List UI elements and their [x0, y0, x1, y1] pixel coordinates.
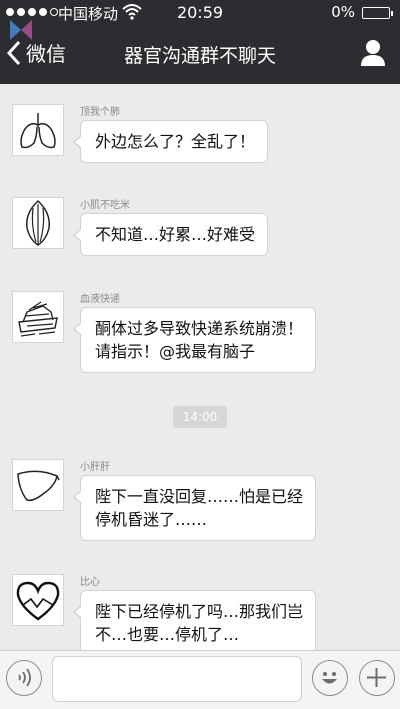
emoji-button[interactable]: [312, 660, 348, 696]
message-text: 不知道…好累…好难受: [95, 225, 256, 244]
message-text: 陛下已经停机了吗…那我们岂: [95, 602, 304, 621]
plus-icon: [367, 668, 386, 687]
watermark-logo-icon: [10, 20, 32, 40]
voice-button[interactable]: [6, 660, 42, 696]
message-bubble[interactable]: 陛下一直没回复……怕是已经 停机昏迷了……: [72, 475, 317, 541]
sender-name: 比心: [80, 577, 100, 588]
voice-icon: [18, 668, 31, 687]
nav-bar: 微信 器官沟通群不聊天: [0, 26, 400, 84]
avatar[interactable]: [12, 197, 64, 249]
message-bubble[interactable]: 不知道…好累…好难受: [72, 213, 269, 256]
message-list[interactable]: 顶我个肺 外边怎么了？全乱了！ 小肌不吃米 不知道…好累…好难受 血液快递 酮体…: [0, 84, 400, 650]
message-text: 外边怎么了？全乱了！: [95, 132, 256, 151]
message-text: 不…也要…停机了…: [95, 625, 240, 644]
status-bar: 中国移动 20:59 0%: [0, 0, 400, 26]
lungs-icon: [20, 113, 56, 149]
message-text: 停机昏迷了……: [95, 510, 208, 529]
blood-scribble-icon: [18, 301, 58, 337]
person-icon[interactable]: [360, 39, 386, 67]
sender-name: 小肝肝: [80, 462, 110, 473]
more-button[interactable]: [359, 660, 395, 696]
avatar[interactable]: [12, 104, 64, 156]
message-text: 酮体过多导致快递系统崩溃！: [95, 319, 304, 338]
message-bubble[interactable]: 酮体过多导致快递系统崩溃！ 请指示！@我最有脑子: [72, 307, 317, 373]
timestamp: 14:00: [173, 406, 227, 428]
avatar[interactable]: [12, 459, 64, 511]
sender-name: 顶我个肺: [80, 107, 120, 118]
chat-title: 器官沟通群不聊天: [123, 45, 276, 67]
message-text: 请指示！@我最有脑子: [95, 342, 256, 361]
smiley-icon: [322, 672, 337, 684]
battery-icon: [362, 7, 393, 19]
muscle-icon: [25, 199, 51, 246]
message-bubble[interactable]: 外边怎么了？全乱了！: [72, 120, 269, 163]
avatar[interactable]: [12, 291, 64, 343]
message-bubble[interactable]: 陛下已经停机了吗…那我们岂 不…也要…停机了…: [72, 590, 317, 650]
input-bar: [0, 650, 400, 709]
sender-name: 小肌不吃米: [80, 200, 130, 211]
message-text: 陛下一直没回复……怕是已经: [95, 487, 304, 506]
top-bar: 中国移动 20:59 0% 微信 器官沟通群不聊天: [0, 0, 400, 84]
avatar[interactable]: [12, 574, 64, 626]
heart-icon: [16, 581, 60, 621]
message-input[interactable]: [52, 656, 302, 702]
battery-percent: 0%: [331, 3, 355, 21]
liver-icon: [17, 470, 60, 502]
sender-name: 血液快递: [80, 294, 120, 305]
